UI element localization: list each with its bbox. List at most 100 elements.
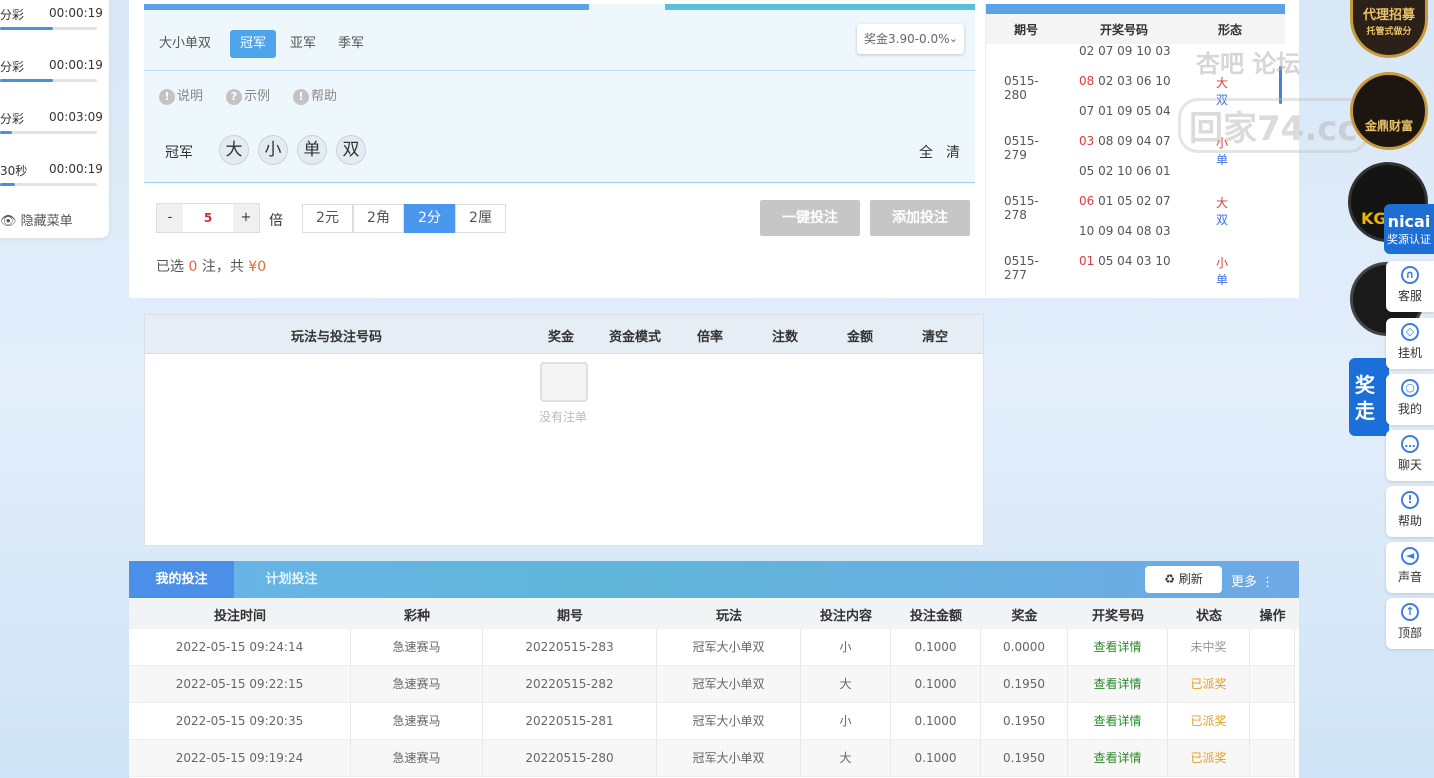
- top-accent-line: [665, 4, 975, 10]
- explain-link[interactable]: ! 说明: [159, 85, 203, 105]
- user-icon: ○: [1401, 379, 1419, 397]
- table-row: 2022-05-15 09:22:15 急速赛马 20220515-282 冠军大小单…: [129, 666, 1295, 703]
- cell-draw[interactable]: 查看详情: [1068, 740, 1168, 777]
- timer-countdown: 00:03:09: [49, 110, 103, 124]
- agent-recruit-logo[interactable]: 代理招募 托管式做分: [1350, 0, 1428, 58]
- ball-small[interactable]: 小: [258, 135, 288, 165]
- timer-name: 分彩: [0, 60, 25, 74]
- hide-menu-label: 隐藏菜单: [20, 214, 73, 229]
- cell-amount: 0.1000: [891, 703, 981, 740]
- table-row: 2022-05-15 09:20:35 急速赛马 20220515-281 冠军大小单…: [129, 703, 1295, 740]
- cell-status: 已派奖: [1168, 666, 1250, 703]
- table-header-cell: 期号: [556, 609, 583, 624]
- side-tool-label: 帮助: [1397, 514, 1422, 528]
- increment-button[interactable]: +: [233, 204, 259, 232]
- one-key-bet-button[interactable]: 一键投注: [760, 200, 860, 236]
- history-size: 小: [1216, 256, 1229, 270]
- example-link[interactable]: ? 示例: [226, 85, 270, 105]
- timer-row[interactable]: 分彩 00:03:09: [0, 104, 103, 156]
- timer-row[interactable]: 分彩 00:00:19: [0, 0, 103, 52]
- unit-li[interactable]: 2厘: [455, 204, 506, 233]
- unit-fen[interactable]: 2分: [404, 204, 455, 233]
- history-numbers: 01 05 04 03 10: [1079, 254, 1171, 268]
- ball-big[interactable]: 大: [219, 135, 249, 165]
- tab-guanjun[interactable]: 冠军: [230, 30, 277, 58]
- side-tool-user[interactable]: ○ 我的: [1386, 374, 1434, 425]
- history-shape: 大双: [1216, 194, 1228, 228]
- history-rest-numbers: 05 04 03 10: [1094, 254, 1171, 268]
- timer-row[interactable]: 分彩 00:00:19: [0, 52, 103, 104]
- unit-jiao[interactable]: 2角: [353, 204, 404, 233]
- side-tool-chat[interactable]: … 聊天: [1386, 430, 1434, 481]
- side-tool-diamond[interactable]: ◇ 挂机: [1386, 318, 1434, 369]
- ball-odd[interactable]: 单: [297, 135, 327, 165]
- jinding-logo[interactable]: 金鼎财富: [1350, 72, 1428, 150]
- decrement-button[interactable]: -: [157, 204, 183, 232]
- row-label: 冠军: [165, 145, 193, 161]
- table-header-cell: 开奖号码: [1091, 609, 1144, 624]
- cell-period: 20220515-282: [483, 666, 657, 703]
- select-all-button[interactable]: 全: [919, 142, 933, 162]
- promo-banner[interactable]: 奖走: [1349, 358, 1389, 436]
- cell-bonus: 0.1950: [981, 740, 1068, 777]
- col-rate: 倍率: [697, 330, 724, 345]
- odds-select[interactable]: 奖金3.90-0.0% ⌄: [857, 24, 964, 54]
- side-tool-headset[interactable]: ∩ 客服: [1386, 261, 1434, 312]
- tab-my-bets[interactable]: 我的投注: [129, 561, 234, 598]
- history-rest-numbers: 07 01 09 05 04: [1079, 104, 1171, 118]
- clear-button[interactable]: 清: [946, 142, 960, 162]
- more-link[interactable]: 更多 ⋮: [1231, 571, 1274, 590]
- side-tool-label: 顶部: [1397, 626, 1422, 640]
- help-icon: !: [1401, 491, 1419, 509]
- cell-game: 急速赛马: [351, 740, 483, 777]
- multiplier-input[interactable]: 5: [183, 204, 233, 232]
- tab-jijun[interactable]: 季军: [328, 30, 374, 58]
- logo-subtext: 托管式做分: [1366, 27, 1412, 37]
- info-icon: !: [159, 89, 175, 105]
- side-tool-help[interactable]: ! 帮助: [1386, 486, 1434, 537]
- my-bets-tabbar: 我的投注 计划投注 ♻ 刷新 更多 ⋮: [129, 561, 1299, 598]
- top-accent-line: [144, 4, 589, 10]
- help-link[interactable]: ! 帮助: [293, 85, 337, 105]
- watermark-text: 杏吧 论坛: [1196, 50, 1301, 78]
- example-label: 示例: [244, 89, 271, 104]
- cell-play: 冠军大小单双: [657, 703, 801, 740]
- side-tool-label: 我的: [1397, 402, 1422, 416]
- history-numbers: 10 09 04 08 03: [1079, 224, 1171, 238]
- cell-draw[interactable]: 查看详情: [1068, 703, 1168, 740]
- add-bet-button[interactable]: 添加投注: [870, 200, 970, 236]
- side-tool-speaker[interactable]: ◄ 声音: [1386, 542, 1434, 593]
- unit-yuan[interactable]: 2元: [302, 204, 353, 233]
- nicai-verify-badge[interactable]: nicai 奖源认证: [1384, 204, 1434, 254]
- cell-amount: 0.1000: [891, 629, 981, 666]
- tab-plan-bets[interactable]: 计划投注: [234, 561, 349, 598]
- odds-value: 奖金3.90-0.0%: [864, 32, 950, 46]
- cell-action: [1250, 629, 1295, 666]
- clear-list-button[interactable]: 清空: [922, 326, 948, 345]
- timer-row[interactable]: 30秒 00:00:19: [0, 156, 103, 208]
- cell-time: 2022-05-15 09:22:15: [129, 666, 351, 703]
- refresh-button[interactable]: ♻ 刷新: [1145, 566, 1222, 593]
- history-first-number: 06: [1079, 194, 1095, 208]
- cell-content: 小: [801, 629, 891, 666]
- cell-period: 20220515-281: [483, 703, 657, 740]
- cell-draw[interactable]: 查看详情: [1068, 629, 1168, 666]
- side-tool-label: 挂机: [1397, 346, 1422, 360]
- col-count: 注数: [772, 330, 799, 345]
- hide-menu-button[interactable]: 👁 隐藏菜单: [0, 210, 73, 229]
- history-numbers: 07 01 09 05 04: [1079, 104, 1171, 118]
- lottery-timer-panel: 分彩 00:00:19 分彩 00:00:19 分彩 00:03:09 30秒 …: [0, 0, 109, 238]
- tab-yajun[interactable]: 亚军: [280, 30, 326, 58]
- explain-label: 说明: [177, 89, 204, 104]
- cell-bonus: 0.1950: [981, 666, 1068, 703]
- side-tool-label: 客服: [1397, 289, 1422, 303]
- cell-draw[interactable]: 查看详情: [1068, 666, 1168, 703]
- summary-prefix: 已选: [156, 259, 184, 275]
- side-tool-arrow-up[interactable]: ↑ 顶部: [1386, 598, 1434, 649]
- ball-even[interactable]: 双: [336, 135, 366, 165]
- selection-summary: 已选 0 注，共 ¥0: [156, 256, 266, 276]
- history-parity: 单: [1216, 153, 1229, 167]
- summary-mid: 注，共: [201, 259, 244, 275]
- timer-progress: [0, 79, 97, 82]
- cell-period: 20220515-283: [483, 629, 657, 666]
